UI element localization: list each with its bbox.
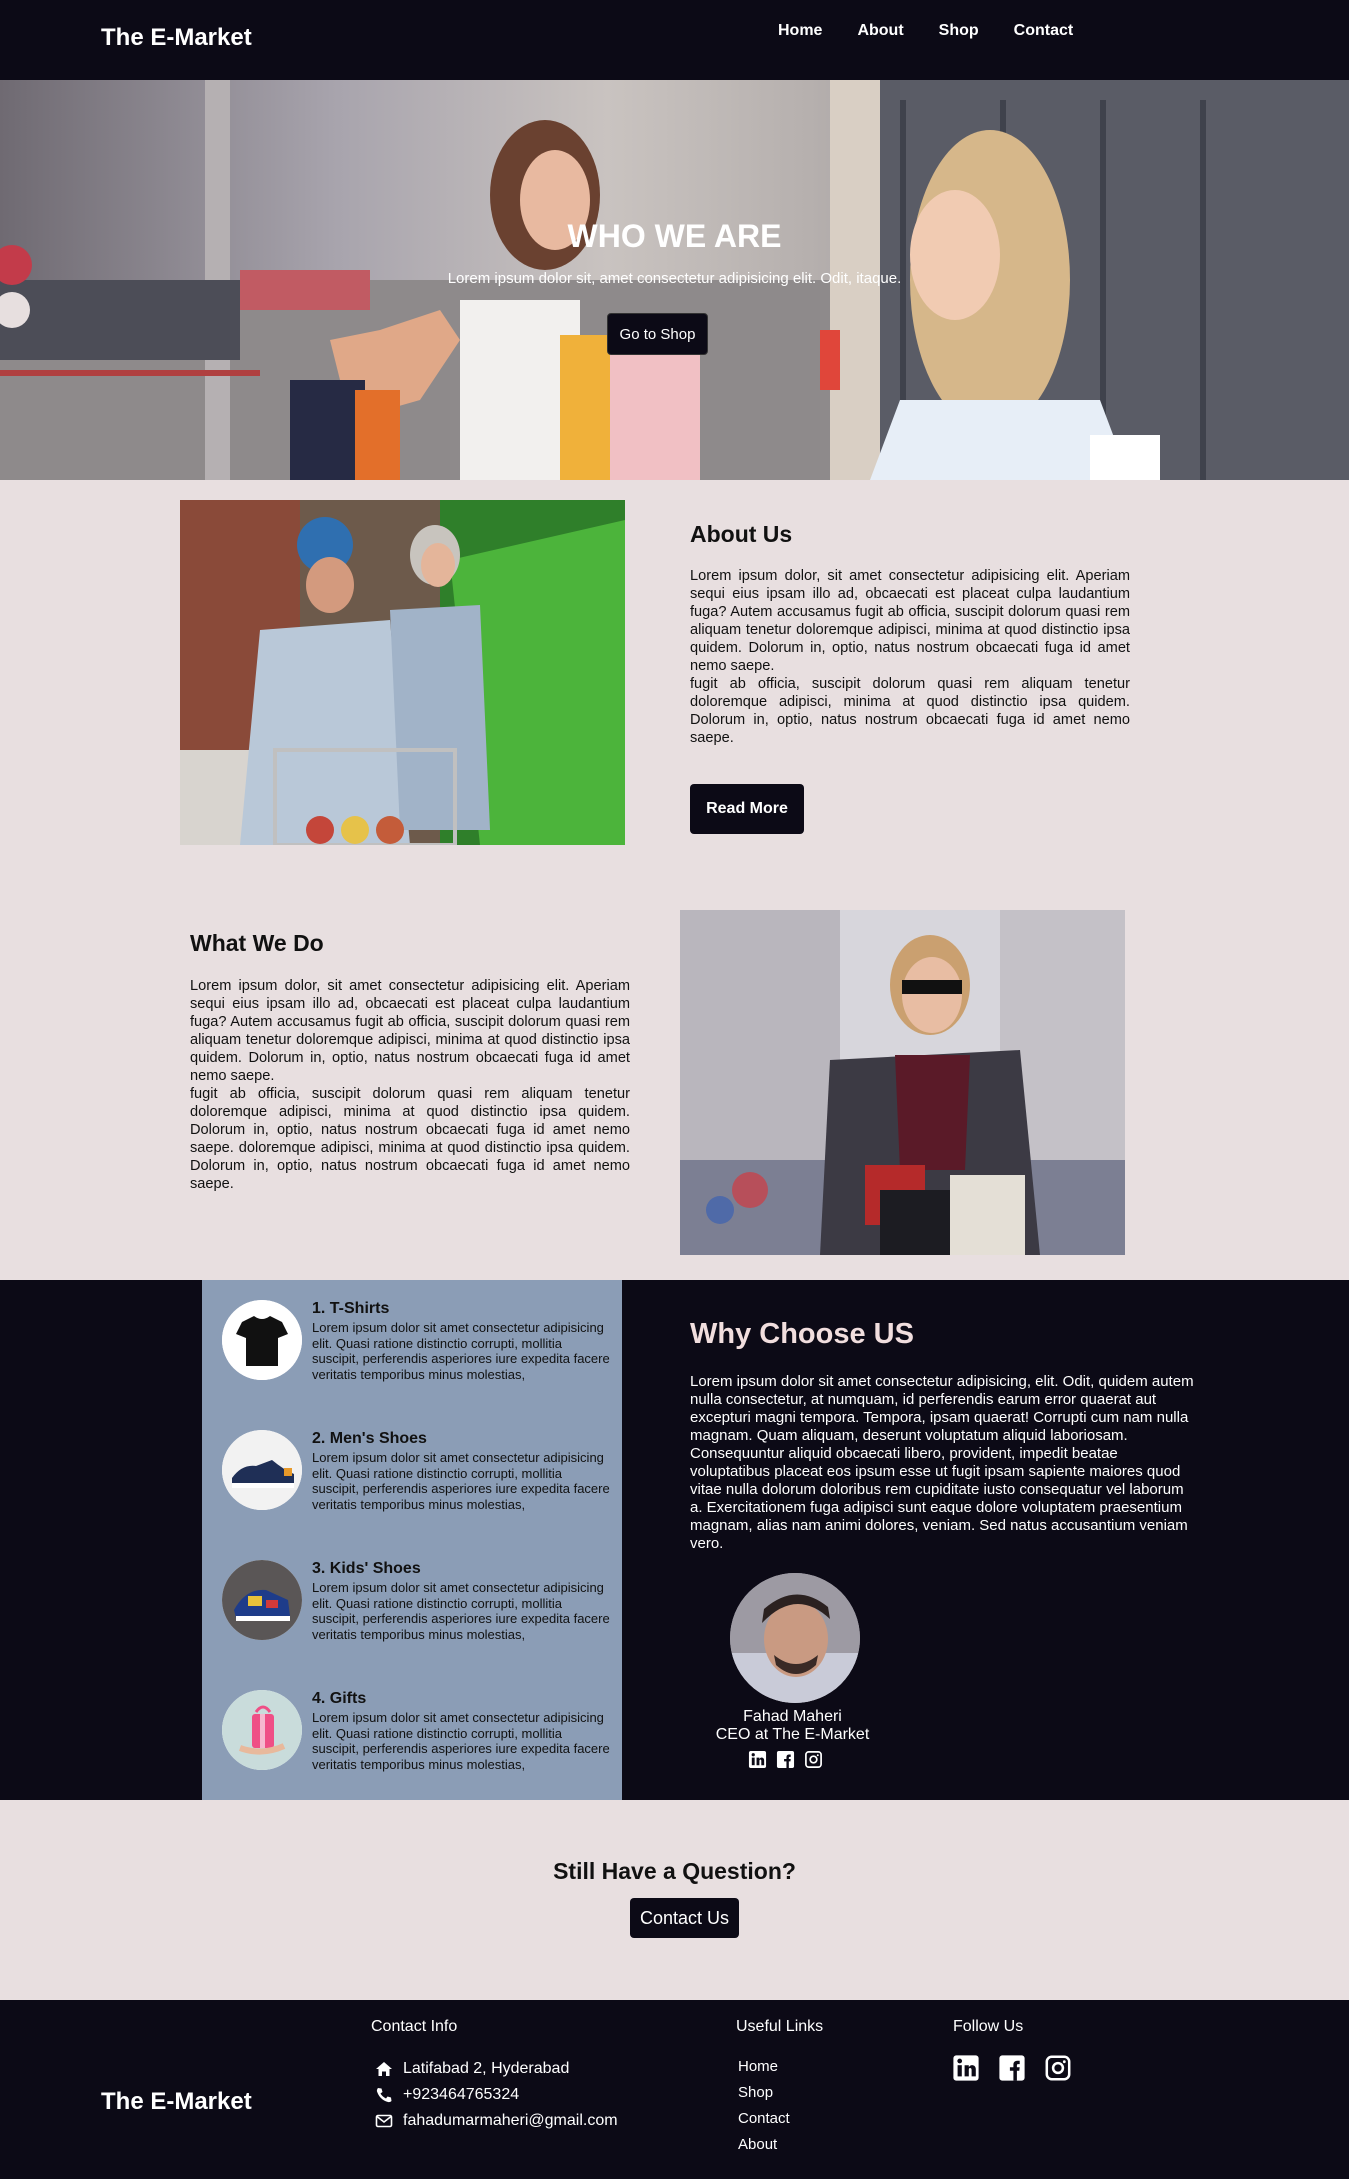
email-text[interactable]: fahadumarmaheri@gmail.com [403, 2112, 618, 2130]
product-title: 2. Men's Shoes [312, 1430, 427, 1447]
ceo-role: CEO at The E-Market [715, 1726, 870, 1743]
question-title: Still Have a Question? [553, 1858, 796, 1884]
top-navbar: The E-Market Home About Shop Contact [0, 0, 1349, 80]
product-title: 3. Kids' Shoes [312, 1560, 421, 1577]
gift-icon [222, 1690, 302, 1770]
footer-social-links [952, 2054, 1072, 2082]
about-image [180, 500, 625, 845]
products-panel: 1. T-Shirts Lorem ipsum dolor sit amet c… [202, 1280, 622, 1800]
about-text: Lorem ipsum dolor, sit amet consectetur … [690, 567, 1130, 747]
product-description: Lorem ipsum dolor sit amet consectetur a… [312, 1710, 610, 1772]
shoe-icon [222, 1430, 302, 1510]
why-choose-text: Lorem ipsum dolor sit amet consectetur a… [690, 1373, 1194, 1552]
footer-brand[interactable]: The E-Market [101, 2088, 252, 2116]
what-we-do-title: What We Do [190, 930, 324, 956]
about-paragraph-2: fugit ab officia, suscipit dolorum quasi… [690, 676, 1130, 746]
product-item-mens-shoes[interactable]: 2. Men's Shoes Lorem ipsum dolor sit ame… [222, 1410, 612, 1530]
follow-us-heading: Follow Us [953, 2018, 1024, 2035]
nav-link-shop[interactable]: Shop [939, 22, 979, 40]
about-paragraph-1: Lorem ipsum dolor, sit amet consectetur … [690, 568, 1130, 674]
nav-links: Home About Shop Contact [778, 22, 1073, 40]
footer-link-home[interactable]: Home [738, 2058, 778, 2075]
product-item-kids-shoes[interactable]: 3. Kids' Shoes Lorem ipsum dolor sit ame… [222, 1540, 612, 1660]
tshirt-icon [222, 1300, 302, 1380]
nav-link-contact[interactable]: Contact [1014, 22, 1074, 40]
what-paragraph-1: Lorem ipsum dolor, sit amet consectetur … [190, 978, 630, 1084]
contact-info-heading: Contact Info [371, 2018, 458, 2035]
ceo-avatar [730, 1573, 860, 1703]
what-we-do-text: Lorem ipsum dolor, sit amet consectetur … [190, 977, 630, 1193]
footer-address: Latifabad 2, Hyderabad [375, 2060, 569, 2078]
address-text: Latifabad 2, Hyderabad [403, 2060, 570, 2077]
footer-phone: +923464765324 [375, 2086, 519, 2104]
footer-link-shop[interactable]: Shop [738, 2084, 773, 2101]
footer: The E-Market Contact Info Latifabad 2, H… [0, 2000, 1349, 2179]
hero-title: WHO WE ARE [567, 218, 782, 254]
why-choose-section: 1. T-Shirts Lorem ipsum dolor sit amet c… [0, 1280, 1349, 1800]
ceo-name: Fahad Maheri [743, 1708, 842, 1725]
hero-subtitle: Lorem ipsum dolor sit, amet consectetur … [447, 270, 902, 287]
useful-links-heading: Useful Links [736, 2018, 824, 2035]
go-to-shop-button[interactable]: Go to Shop [607, 313, 708, 355]
nav-link-home[interactable]: Home [778, 22, 822, 40]
instagram-icon[interactable] [804, 1750, 823, 1769]
product-title: 1. T-Shirts [312, 1300, 390, 1317]
home-icon [376, 2062, 392, 2076]
facebook-icon[interactable] [998, 2054, 1026, 2082]
footer-email: fahadumarmaheri@gmail.com [375, 2112, 618, 2130]
about-title: About Us [690, 521, 793, 547]
product-description: Lorem ipsum dolor sit amet consectetur a… [312, 1450, 610, 1512]
phone-text: +923464765324 [403, 2086, 520, 2103]
nav-link-about[interactable]: About [857, 22, 903, 40]
instagram-icon[interactable] [1044, 2054, 1072, 2082]
facebook-icon[interactable] [776, 1750, 795, 1769]
product-description: Lorem ipsum dolor sit amet consectetur a… [312, 1580, 610, 1642]
footer-link-contact[interactable]: Contact [738, 2110, 790, 2127]
envelope-icon [375, 2114, 393, 2128]
product-description: Lorem ipsum dolor sit amet consectetur a… [312, 1320, 610, 1382]
kids-shoe-icon [222, 1560, 302, 1640]
hero-banner: WHO WE ARE Lorem ipsum dolor sit, amet c… [0, 80, 1349, 480]
linkedin-icon[interactable] [952, 2054, 980, 2082]
phone-icon [376, 2088, 392, 2103]
product-item-gifts[interactable]: 4. Gifts Lorem ipsum dolor sit amet cons… [222, 1670, 612, 1790]
why-choose-title: Why Choose US [690, 1318, 914, 1350]
what-we-do-image [680, 910, 1125, 1255]
read-more-button[interactable]: Read More [690, 784, 804, 834]
footer-link-about[interactable]: About [738, 2136, 777, 2153]
brand-logo-text[interactable]: The E-Market [101, 24, 252, 52]
linkedin-icon[interactable] [748, 1750, 767, 1769]
product-title: 4. Gifts [312, 1690, 367, 1707]
what-paragraph-2: fugit ab officia, suscipit dolorum quasi… [190, 1086, 630, 1192]
contact-us-button[interactable]: Contact Us [630, 1898, 739, 1938]
product-item-tshirts[interactable]: 1. T-Shirts Lorem ipsum dolor sit amet c… [222, 1280, 612, 1400]
ceo-social-links [748, 1750, 823, 1769]
